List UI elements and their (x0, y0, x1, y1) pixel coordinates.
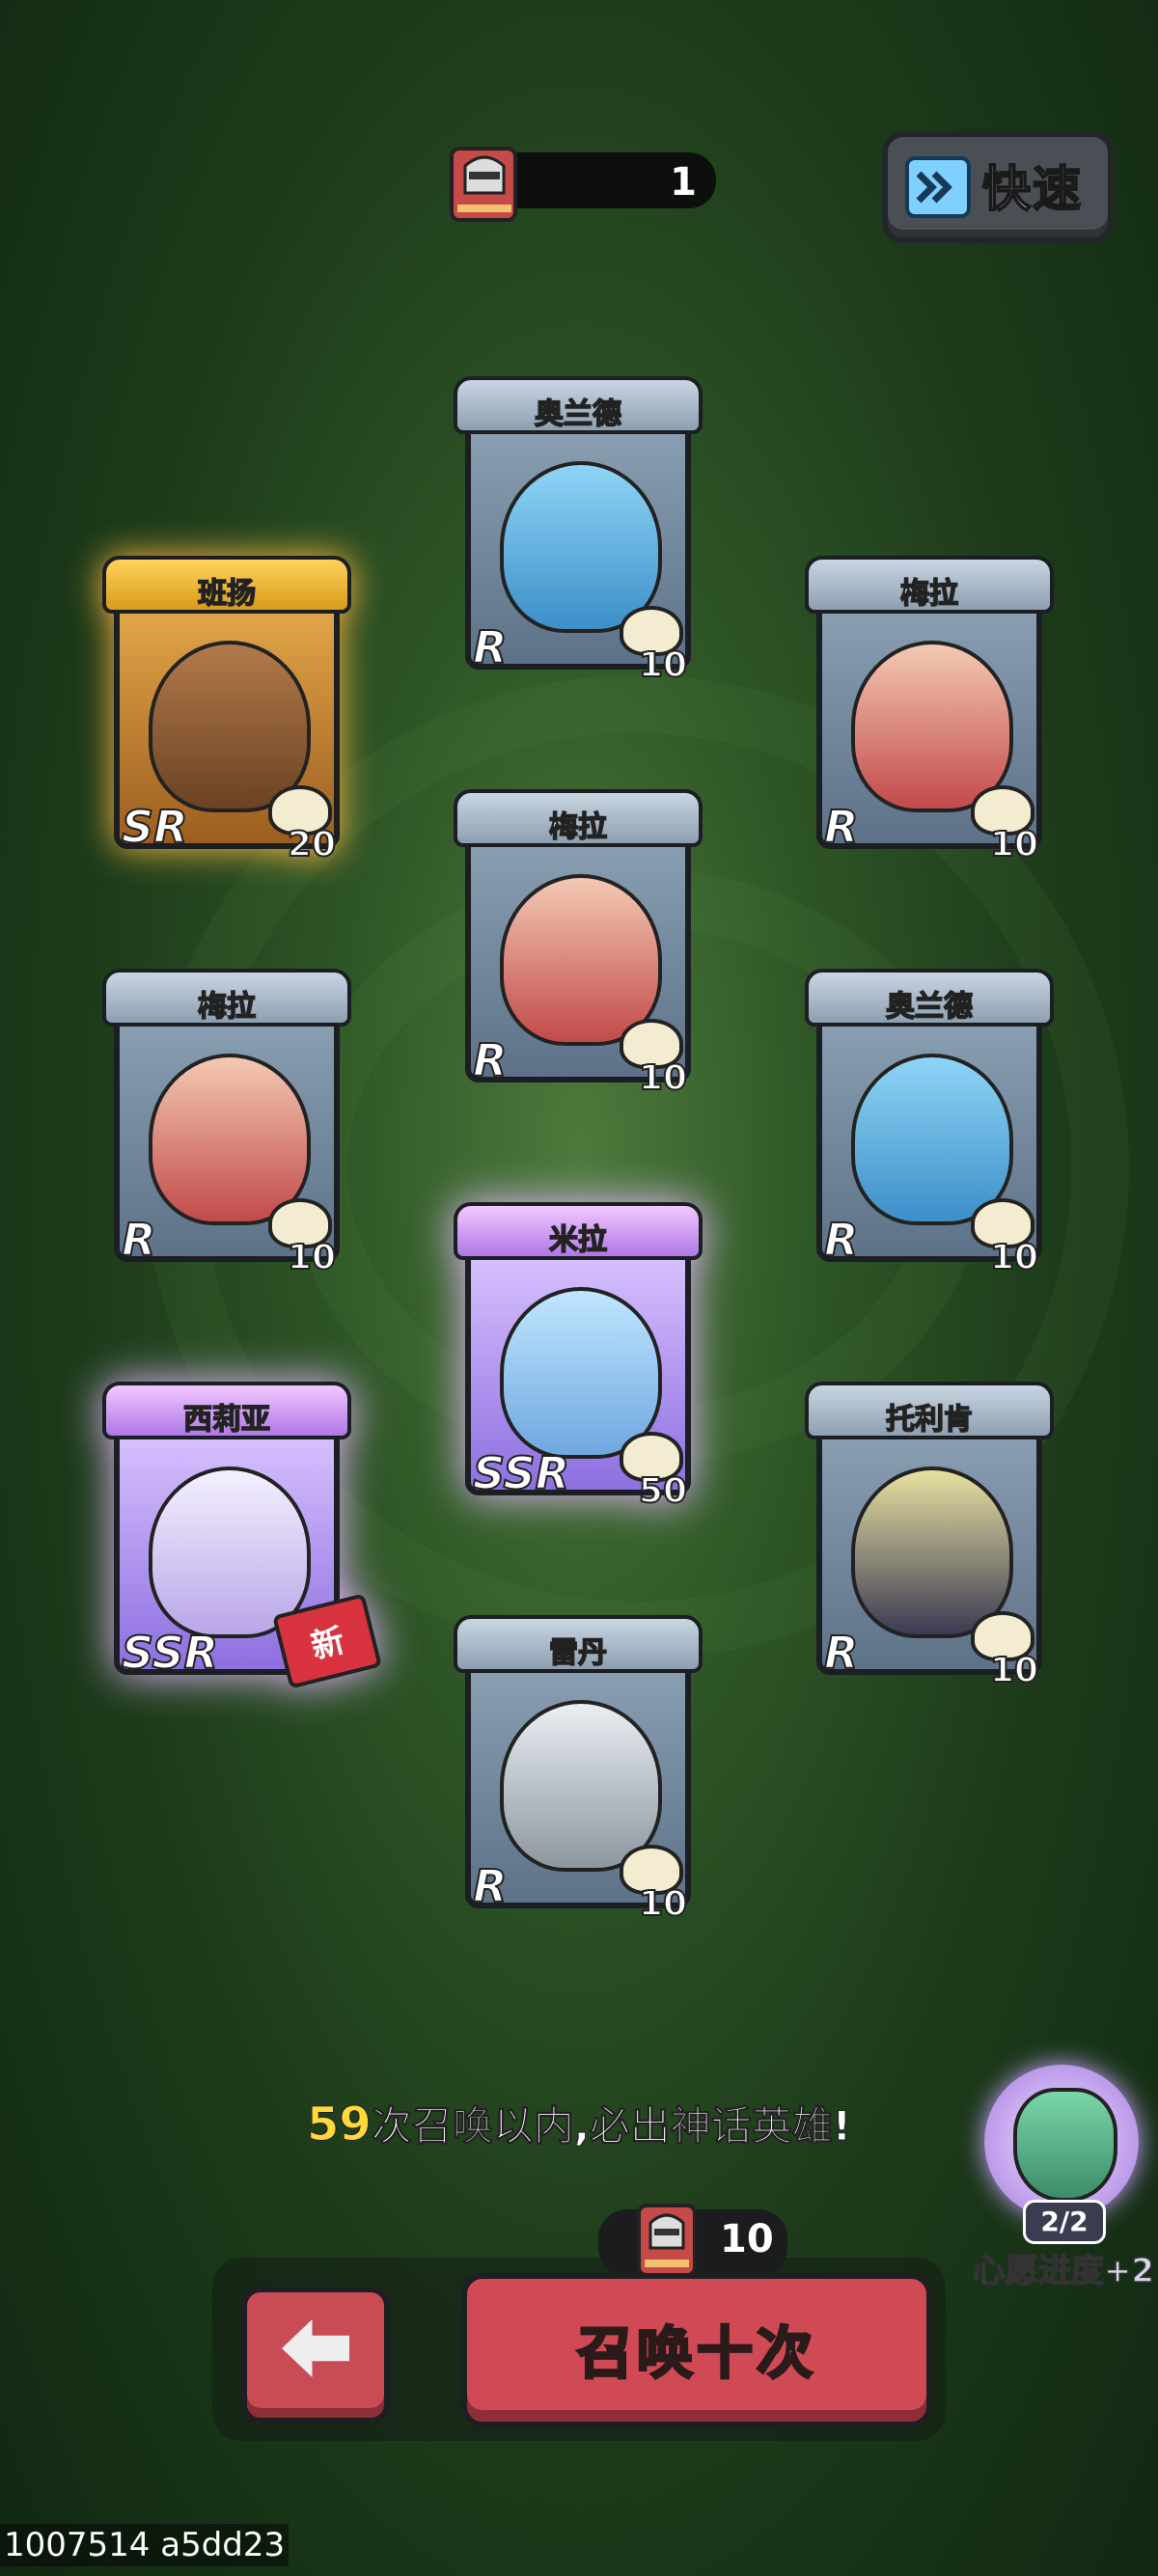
rarity-badge: SSR (472, 1446, 570, 1500)
rarity-badge: R (472, 620, 508, 674)
build-id: 1007514 a5dd23 (0, 2524, 290, 2566)
fast-forward-icon (905, 156, 971, 218)
summon-ten-button[interactable]: 召唤十次 (461, 2273, 932, 2427)
rarity-badge: R (823, 800, 859, 854)
rarity-badge: R (823, 1626, 859, 1680)
card-banner: 梅拉 (454, 789, 703, 847)
summon-ticket-icon (450, 147, 517, 222)
wish-progress-label: 心愿进度+2 (972, 2251, 1155, 2291)
hero-card-mela-1[interactable]: 梅拉 R 10 (805, 556, 1054, 865)
hero-card-mila[interactable]: 米拉 SSR 50 (454, 1202, 703, 1512)
shard-count: 10 (989, 1237, 1039, 1278)
hero-card-orland-2[interactable]: 奥兰德 R 10 (805, 969, 1054, 1278)
hero-name: 雷丹 (548, 1635, 608, 1671)
shard-count: 10 (989, 824, 1039, 865)
shard-count: 10 (638, 1883, 688, 1925)
shard-count: 50 (638, 1470, 688, 1512)
hero-card-orland-1[interactable]: 奥兰德 R 10 (454, 376, 703, 686)
wish-progress-widget[interactable]: 2/2 心愿进度+2 (972, 2065, 1155, 2291)
hero-name: 梅拉 (197, 989, 257, 1025)
hero-card-mela-3[interactable]: 梅拉 R 10 (102, 969, 351, 1278)
hero-card-banyang[interactable]: 班扬 SR 20 (102, 556, 351, 865)
hero-card-celia[interactable]: 西莉亚 SSR 新 (102, 1382, 382, 1689)
card-banner: 梅拉 (102, 969, 351, 1027)
card-banner: 托利肯 (805, 1382, 1054, 1439)
fast-forward-label: 快速 (981, 160, 1083, 218)
shard-count: 10 (287, 1237, 337, 1278)
hero-name: 梅拉 (899, 576, 959, 612)
hero-name: 班扬 (197, 576, 257, 612)
rarity-badge: R (472, 1033, 508, 1087)
summon-ten-label: 召唤十次 (575, 2319, 816, 2388)
hero-name: 奥兰德 (885, 989, 974, 1025)
shard-count: 10 (638, 1057, 688, 1099)
fast-forward-button[interactable]: 快速 (882, 131, 1114, 243)
rarity-badge: R (472, 1859, 508, 1913)
hero-name: 西莉亚 (182, 1402, 271, 1438)
rarity-badge: R (823, 1213, 859, 1267)
ticket-count: 1 (670, 160, 697, 205)
hero-name: 托利肯 (885, 1402, 974, 1438)
hero-card-leidan[interactable]: 雷丹 R 10 (454, 1615, 703, 1925)
hero-name: 米拉 (548, 1222, 608, 1258)
shard-count: 10 (989, 1650, 1039, 1691)
wish-progress-count: 2/2 (1023, 2200, 1106, 2244)
summon-ticket-icon (637, 2204, 697, 2277)
card-banner: 西莉亚 (102, 1382, 351, 1439)
summon-cost-count: 10 (720, 2217, 774, 2261)
hero-card-mela-2[interactable]: 梅拉 R 10 (454, 789, 703, 1099)
shard-count: 10 (638, 644, 688, 686)
card-banner: 奥兰德 (805, 969, 1054, 1027)
card-banner: 奥兰德 (454, 376, 703, 434)
pity-count: 59 (307, 2097, 372, 2152)
new-badge-label: 新 (307, 1621, 349, 1667)
back-arrow-icon (282, 2319, 349, 2377)
rarity-badge: SR (121, 800, 189, 854)
back-button[interactable] (241, 2287, 390, 2424)
hero-name: 奥兰德 (534, 397, 622, 432)
card-banner: 梅拉 (805, 556, 1054, 614)
card-banner: 米拉 (454, 1202, 703, 1260)
wish-hero-portrait (1013, 2088, 1117, 2202)
card-banner: 班扬 (102, 556, 351, 614)
hero-name: 梅拉 (548, 809, 608, 845)
hero-card-tolliken[interactable]: 托利肯 R 10 (805, 1382, 1054, 1691)
shard-count: 20 (287, 824, 337, 865)
card-banner: 雷丹 (454, 1615, 703, 1673)
rarity-badge: SSR (121, 1626, 219, 1680)
pity-text: 次召唤以内,必出神话英雄! (371, 2102, 851, 2151)
rarity-badge: R (121, 1213, 156, 1267)
